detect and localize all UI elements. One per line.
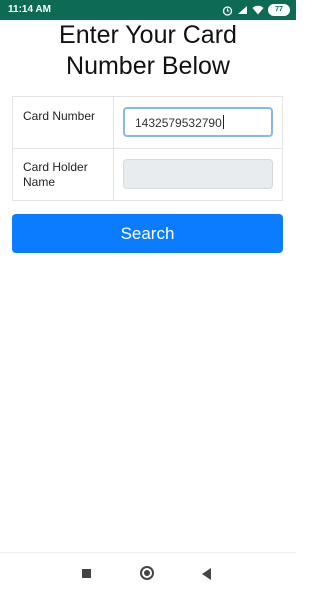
- alarm-icon: [222, 5, 233, 16]
- card-holder-label: Card Holder Name: [23, 160, 88, 189]
- page-title: Enter Your Card Number Below: [0, 20, 296, 82]
- card-number-value: 1432579532790: [135, 116, 222, 130]
- page-title-line2: Number Below: [66, 52, 230, 80]
- search-button[interactable]: Search: [12, 214, 283, 253]
- back-icon[interactable]: [202, 568, 211, 580]
- wifi-icon: [252, 5, 264, 15]
- battery-icon: 77: [268, 4, 290, 16]
- card-form-table: Card Number 1432579532790 Card Holder Na…: [12, 96, 283, 201]
- card-number-row: Card Number 1432579532790: [13, 97, 282, 149]
- status-time: 11:14 AM: [8, 4, 51, 15]
- text-cursor: [222, 115, 224, 129]
- card-number-label: Card Number: [23, 109, 96, 123]
- page-title-line1: Enter Your Card: [59, 21, 237, 49]
- card-number-input[interactable]: 1432579532790: [123, 107, 273, 137]
- card-holder-input[interactable]: [123, 159, 273, 189]
- signal-icon: [237, 5, 248, 15]
- status-bar: 11:14 AM 77: [0, 0, 296, 20]
- card-holder-row: Card Holder Name: [13, 149, 282, 200]
- navigation-bar: [0, 552, 296, 593]
- home-icon[interactable]: [140, 566, 154, 580]
- recents-icon[interactable]: [82, 569, 91, 578]
- status-icons: 77: [222, 3, 290, 17]
